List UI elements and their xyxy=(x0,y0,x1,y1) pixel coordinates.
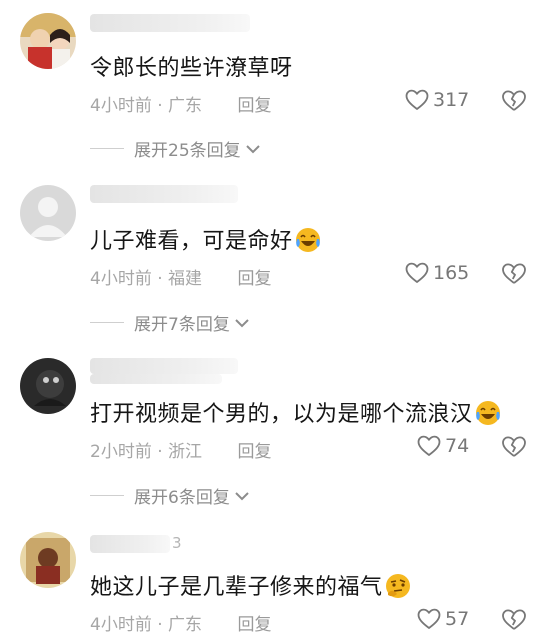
reply-button[interactable]: 回复 xyxy=(237,615,271,635)
comment-text: 令郎长的些许潦草呀 xyxy=(90,56,293,81)
laughing-tears-emoji xyxy=(475,401,500,425)
comment-time: 4小时前 xyxy=(90,615,152,635)
reply-button[interactable]: 回复 xyxy=(237,269,271,289)
heart-icon xyxy=(405,262,429,283)
comment-meta: 4小时前 · 福建 回复 xyxy=(90,269,272,289)
username[interactable] xyxy=(90,14,250,32)
username[interactable] xyxy=(90,358,238,374)
like-button[interactable]: 165 xyxy=(405,262,469,284)
expand-replies-button[interactable]: 展开7条回复 xyxy=(90,310,250,335)
broken-heart-icon[interactable] xyxy=(501,435,527,459)
chevron-down-icon xyxy=(235,318,249,327)
username[interactable] xyxy=(90,535,170,553)
laughing-tears-emoji xyxy=(295,228,320,252)
like-button[interactable]: 74 xyxy=(417,435,469,457)
broken-heart-icon[interactable] xyxy=(501,89,527,113)
comment-location: 广东 xyxy=(168,615,203,635)
expand-replies-label: 展开7条回复 xyxy=(134,315,230,335)
comment-location: 广东 xyxy=(168,96,203,116)
like-count: 317 xyxy=(433,89,470,111)
heart-icon xyxy=(417,435,441,456)
broken-heart-icon[interactable] xyxy=(501,608,527,632)
like-count: 165 xyxy=(433,262,470,284)
comment-time: 2小时前 xyxy=(90,442,152,462)
comment-meta: 4小时前 · 广东 回复 xyxy=(90,615,272,635)
reply-button[interactable]: 回复 xyxy=(237,442,271,462)
broken-heart-icon[interactable] xyxy=(501,262,527,286)
like-button[interactable]: 317 xyxy=(405,89,469,111)
heart-icon xyxy=(405,89,429,110)
comment-time: 4小时前 xyxy=(90,269,152,289)
username[interactable] xyxy=(90,185,238,203)
avatar[interactable] xyxy=(20,13,76,69)
reply-button[interactable]: 回复 xyxy=(237,96,271,116)
comment-meta: 4小时前 · 广东 回复 xyxy=(90,96,272,116)
expand-replies-button[interactable]: 展开25条回复 xyxy=(90,136,261,161)
chevron-down-icon xyxy=(235,491,249,500)
comment-location: 浙江 xyxy=(168,442,203,462)
comment-text: 打开视频是个男的，以为是哪个流浪汉 xyxy=(90,396,501,428)
like-button[interactable]: 57 xyxy=(417,608,469,630)
like-count: 74 xyxy=(445,435,470,457)
chevron-down-icon xyxy=(245,144,260,153)
avatar[interactable] xyxy=(20,532,76,588)
username-secondary xyxy=(90,374,222,384)
avatar[interactable] xyxy=(20,358,76,414)
expand-replies-button[interactable]: 展开6条回复 xyxy=(90,483,250,508)
like-count: 57 xyxy=(445,608,470,630)
username-fragment: 3 xyxy=(172,534,182,552)
comment-text: 她这儿子是几辈子修来的福气 xyxy=(90,569,411,601)
comment-meta: 2小时前 · 浙江 回复 xyxy=(90,442,272,462)
comment-time: 4小时前 xyxy=(90,96,152,116)
thinking-emoji xyxy=(385,574,410,598)
heart-icon xyxy=(417,608,441,629)
expand-replies-label: 展开25条回复 xyxy=(134,141,241,161)
comment-text: 儿子难看，可是命好 xyxy=(90,223,321,255)
expand-replies-label: 展开6条回复 xyxy=(134,488,230,508)
avatar[interactable] xyxy=(20,185,76,241)
comment-location: 福建 xyxy=(168,269,203,289)
